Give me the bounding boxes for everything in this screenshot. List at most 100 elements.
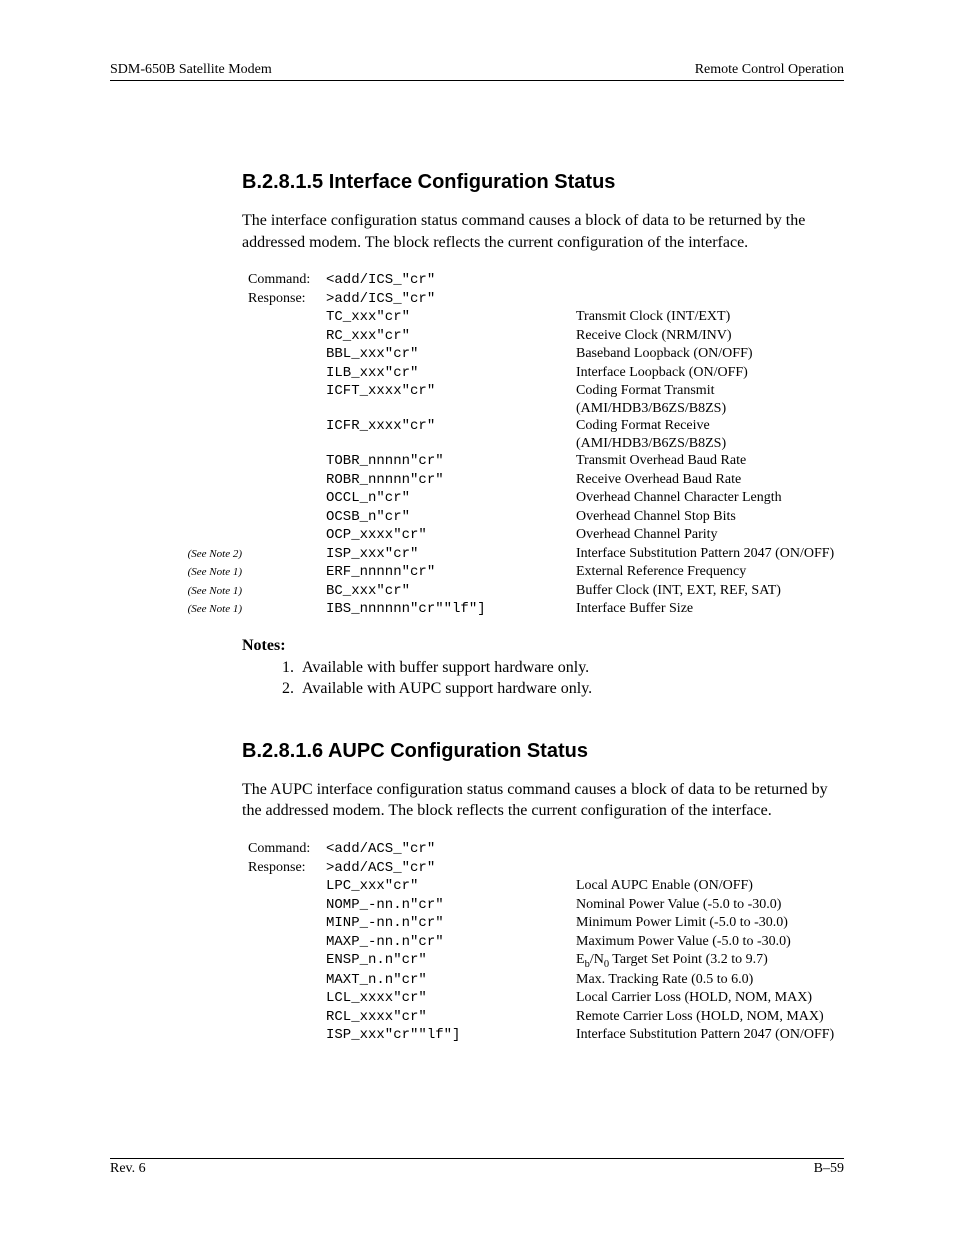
row-description: Baseband Loopback (ON/OFF) [576,345,844,363]
response-row: (See Note 2)ISP_xxx"cr"Interface Substit… [242,545,844,564]
row-code: IBS_nnnnnn"cr""lf"] [326,601,576,619]
row-code: ICFR_xxxx"cr" [326,418,576,436]
row-code: OCCL_n"cr" [326,490,576,508]
row-code: TC_xxx"cr" [326,309,576,327]
row-note: (See Note 1) [157,603,248,617]
page: SDM-650B Satellite Modem Remote Control … [0,0,954,1235]
row-description: Receive Overhead Baud Rate [576,471,844,489]
notes-list: Available with buffer support hardware o… [280,657,844,700]
row-code: ERF_nnnnn"cr" [326,564,576,582]
section2-paragraph: The AUPC interface configuration status … [242,779,844,822]
section1-paragraph: The interface configuration status comma… [242,210,844,253]
row-code: BC_xxx"cr" [326,583,576,601]
response-row: ICFR_xxxx"cr"Coding Format Receive (AMI/… [242,417,844,452]
row-description: Local Carrier Loss (HOLD, NOM, MAX) [576,989,844,1007]
note-item: Available with buffer support hardware o… [298,657,844,679]
row-code: ISP_xxx"cr" [326,546,576,564]
row-code: ICFT_xxxx"cr" [326,383,576,401]
row-description: Remote Carrier Loss (HOLD, NOM, MAX) [576,1008,844,1026]
row-code: RC_xxx"cr" [326,328,576,346]
row-description: Interface Buffer Size [576,600,844,618]
row-description: Max. Tracking Rate (0.5 to 6.0) [576,971,844,989]
row-description: Coding Format Receive (AMI/HDB3/B6ZS/B8Z… [576,417,844,452]
response-row: MAXP_-nn.n"cr"Maximum Power Value (-5.0 … [242,933,844,952]
response-row: LCL_xxxx"cr"Local Carrier Loss (HOLD, NO… [242,989,844,1008]
row-description: Eb/N0 Target Set Point (3.2 to 9.7) [576,951,844,971]
response-row: Command:<add/ICS_"cr" [242,271,844,290]
response-row: ISP_xxx"cr""lf"]Interface Substitution P… [242,1026,844,1045]
row-description: Local AUPC Enable (ON/OFF) [576,877,844,895]
footer-left: Rev. 6 [110,1161,146,1177]
response-row: (See Note 1)ERF_nnnnn"cr"External Refere… [242,563,844,582]
response-row: Command:<add/ACS_"cr" [242,840,844,859]
row-code: >add/ICS_"cr" [326,291,576,309]
row-code: <add/ICS_"cr" [326,272,576,290]
header-right: Remote Control Operation [695,62,844,78]
row-label: Response: [248,859,326,877]
row-description: Interface Loopback (ON/OFF) [576,364,844,382]
row-note: (See Note 2) [157,548,248,562]
response-row: RCL_xxxx"cr"Remote Carrier Loss (HOLD, N… [242,1008,844,1027]
row-code: OCP_xxxx"cr" [326,527,576,545]
response-row: OCP_xxxx"cr"Overhead Channel Parity [242,526,844,545]
response-row: (See Note 1)IBS_nnnnnn"cr""lf"]Interface… [242,600,844,619]
row-code: LPC_xxx"cr" [326,878,576,896]
row-description: Nominal Power Value (-5.0 to -30.0) [576,896,844,914]
row-note: (See Note 1) [157,585,248,599]
response-row: LPC_xxx"cr"Local AUPC Enable (ON/OFF) [242,877,844,896]
row-note: (See Note 1) [157,566,248,580]
row-code: MAXP_-nn.n"cr" [326,934,576,952]
row-code: RCL_xxxx"cr" [326,1009,576,1027]
row-description: Interface Substitution Pattern 2047 (ON/… [576,1026,844,1044]
row-description: Transmit Overhead Baud Rate [576,452,844,470]
row-code: BBL_xxx"cr" [326,346,576,364]
response-row: BBL_xxx"cr"Baseband Loopback (ON/OFF) [242,345,844,364]
row-label: Command: [248,271,326,289]
response-row: ENSP_n.n"cr"Eb/N0 Target Set Point (3.2 … [242,951,844,971]
row-description: Coding Format Transmit (AMI/HDB3/B6ZS/B8… [576,382,844,417]
response-row: NOMP_-nn.n"cr"Nominal Power Value (-5.0 … [242,896,844,915]
response-row: MAXT_n.n"cr"Max. Tracking Rate (0.5 to 6… [242,971,844,990]
row-code: ENSP_n.n"cr" [326,952,576,970]
response-row: TC_xxx"cr"Transmit Clock (INT/EXT) [242,308,844,327]
section-heading-interface-config: B.2.8.1.5 Interface Configuration Status [242,171,844,194]
row-description: Overhead Channel Stop Bits [576,508,844,526]
row-description: Minimum Power Limit (-5.0 to -30.0) [576,914,844,932]
row-description: Buffer Clock (INT, EXT, REF, SAT) [576,582,844,600]
response-row: MINP_-nn.n"cr"Minimum Power Limit (-5.0 … [242,914,844,933]
section-heading-aupc-config: B.2.8.1.6 AUPC Configuration Status [242,740,844,763]
response-row: Response:>add/ACS_"cr" [242,859,844,878]
row-description: Maximum Power Value (-5.0 to -30.0) [576,933,844,951]
row-code: LCL_xxxx"cr" [326,990,576,1008]
row-code: NOMP_-nn.n"cr" [326,897,576,915]
response-row: ILB_xxx"cr"Interface Loopback (ON/OFF) [242,364,844,383]
note-item: Available with AUPC support hardware onl… [298,678,844,700]
row-code: ROBR_nnnnn"cr" [326,472,576,490]
row-code: <add/ACS_"cr" [326,841,576,859]
response-row: RC_xxx"cr"Receive Clock (NRM/INV) [242,327,844,346]
notes-heading: Notes: [242,637,844,655]
response-row: (See Note 1)BC_xxx"cr"Buffer Clock (INT,… [242,582,844,601]
row-code: MAXT_n.n"cr" [326,972,576,990]
row-label: Command: [248,840,326,858]
row-description: Transmit Clock (INT/EXT) [576,308,844,326]
header-left: SDM-650B Satellite Modem [110,62,272,78]
page-footer: Rev. 6 B–59 [110,1158,844,1177]
response-row: OCCL_n"cr"Overhead Channel Character Len… [242,489,844,508]
response-row: ROBR_nnnnn"cr"Receive Overhead Baud Rate [242,471,844,490]
row-code: >add/ACS_"cr" [326,860,576,878]
row-description: Interface Substitution Pattern 2047 (ON/… [576,545,844,563]
response-row: TOBR_nnnnn"cr"Transmit Overhead Baud Rat… [242,452,844,471]
row-label: Response: [248,290,326,308]
response-row: OCSB_n"cr"Overhead Channel Stop Bits [242,508,844,527]
response-row: Response:>add/ICS_"cr" [242,290,844,309]
row-description: Receive Clock (NRM/INV) [576,327,844,345]
row-description: External Reference Frequency [576,563,844,581]
row-code: MINP_-nn.n"cr" [326,915,576,933]
section1-response-block: Command:<add/ICS_"cr"Response:>add/ICS_"… [242,271,844,619]
row-code: ISP_xxx"cr""lf"] [326,1027,576,1045]
footer-right: B–59 [814,1161,844,1177]
row-code: TOBR_nnnnn"cr" [326,453,576,471]
response-row: ICFT_xxxx"cr"Coding Format Transmit (AMI… [242,382,844,417]
row-description: Overhead Channel Parity [576,526,844,544]
